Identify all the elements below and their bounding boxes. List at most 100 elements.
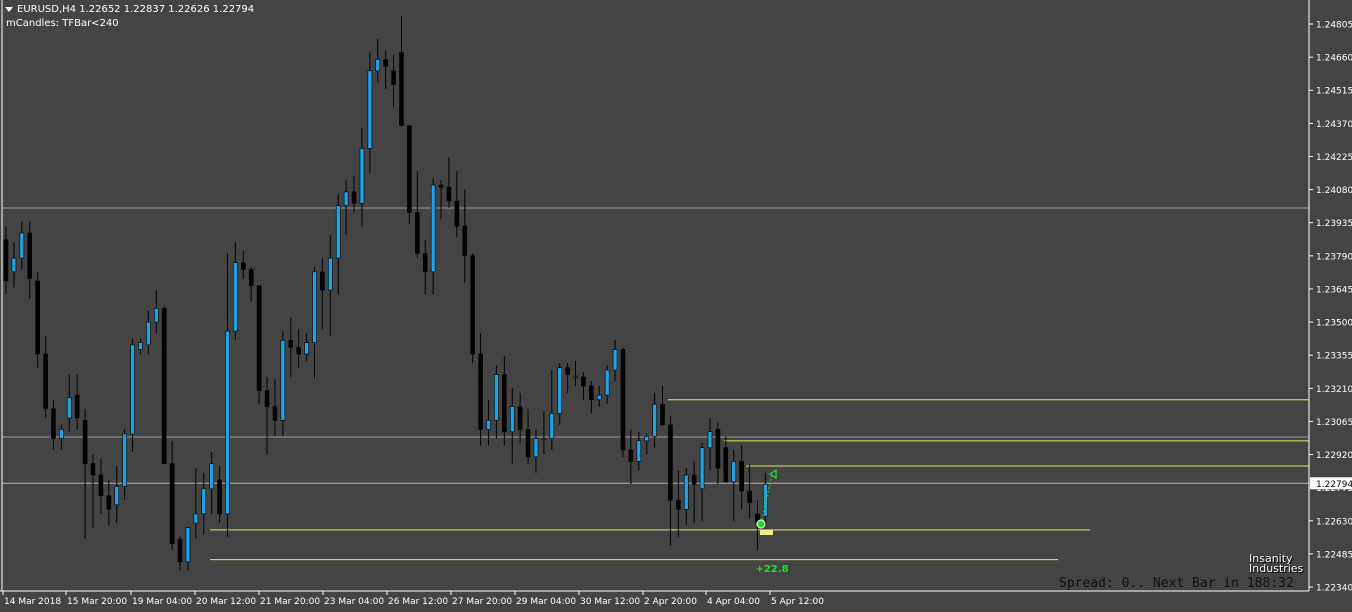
candle-body [715,429,721,469]
grid-lines [2,207,1309,484]
time-label: 20 Mar 12:00 [196,597,256,607]
price-label: 1.24225 [1316,153,1352,163]
price-label: 1.24805 [1316,21,1352,31]
candle-body [549,413,555,439]
candle-body [98,474,104,496]
candle-body [3,239,9,282]
candle-body [525,429,531,458]
candle-body [660,403,665,426]
candle-body [264,390,270,407]
candle-body [233,262,238,332]
candle-body [502,374,507,432]
entry-marker [756,519,766,529]
candles [3,16,768,572]
candle-body [185,527,191,563]
price-label: 1.22920 [1316,451,1352,461]
time-label: 14 Mar 2018 [4,597,61,607]
candle-body [225,330,230,515]
dropdown-triangle-icon[interactable] [5,7,13,12]
candle-body [739,461,744,492]
price-chart[interactable]: 1.24805 1.24660 1.24515 1.24370 1.24225 1.240… [0,0,1352,612]
candle-body [430,184,436,273]
candle-body [351,191,357,204]
candle-body [51,408,56,439]
candle-body [612,349,618,371]
time-label: 26 Mar 12:00 [388,597,448,607]
time-label: 5 Apr 12:00 [771,597,824,607]
candle-body [683,474,689,510]
candle-body [533,438,539,458]
time-label: 19 Mar 04:00 [132,597,192,607]
price-label: 1.23645 [1316,285,1352,295]
candle-body [604,369,610,396]
candle-body [652,403,657,437]
candle-body [454,200,460,227]
price-label: 1.24515 [1316,87,1352,97]
pips-label: +22.8 [755,564,788,575]
candle-body [27,232,33,279]
candle-body [407,125,412,213]
symbol-info[interactable]: EURUSD,H4 1.22652 1.22837 1.22626 1.2279… [5,4,254,15]
insanity-industries-logo: Insanity Industries [1247,548,1305,580]
candle-body [146,321,151,346]
candle-body [256,285,262,391]
price-label: 1.23500 [1316,319,1352,329]
candle-body [367,70,373,149]
candle-body [169,463,175,544]
logo-line2: Industries [1249,562,1304,575]
trade-line [760,473,773,525]
price-label: 1.22340 [1316,584,1352,594]
candle-body [399,52,404,126]
candle-body [138,342,143,350]
candle-body [628,449,634,462]
price-label: 1.22630 [1316,517,1352,527]
candle-body [494,374,499,421]
candle-body [470,255,475,355]
candle-body [517,406,523,430]
candle-body [509,406,515,432]
candle-body [636,440,642,462]
time-label: 21 Mar 20:00 [260,597,320,607]
candle-body [217,479,222,515]
candle-body [375,59,381,72]
price-label: 1.23355 [1316,352,1352,362]
candle-body [383,59,388,67]
candle-body [241,262,246,270]
candle-body [343,191,349,206]
candle-body [644,435,650,442]
candle-body [747,490,752,503]
candle-body [43,353,48,410]
indicator-label: mCandles: TFBar<240 [6,18,119,29]
candle-body [209,463,214,490]
candle-body [312,271,317,343]
candle-body [177,538,183,563]
candle-body [288,340,294,348]
candle-body [446,187,452,202]
candle-body [565,367,570,375]
candle-body [668,424,673,501]
candle-body [320,271,325,291]
time-label: 2 Apr 20:00 [644,597,697,607]
price-label: 1.24370 [1316,120,1352,130]
candle-body [415,212,420,254]
time-label: 27 Mar 20:00 [452,597,512,607]
candle-body [541,438,547,440]
time-label: 30 Mar 12:00 [580,597,640,607]
candle-body [581,376,586,387]
current-price-label: 1.22794 [1316,480,1352,490]
candle-body [359,148,365,204]
candle-body [589,385,594,401]
level-lines [210,399,1309,561]
candle-body [676,499,681,510]
candle-body [74,394,80,419]
candle-body [193,513,199,524]
candle-body [723,447,729,483]
candle-body [596,394,602,401]
candle-body [11,257,17,273]
candle-body [248,269,254,286]
candle-body [122,433,127,487]
candle-body [438,184,444,188]
candle-body [153,308,159,323]
candle-body [130,344,135,435]
candle-body [422,253,428,273]
